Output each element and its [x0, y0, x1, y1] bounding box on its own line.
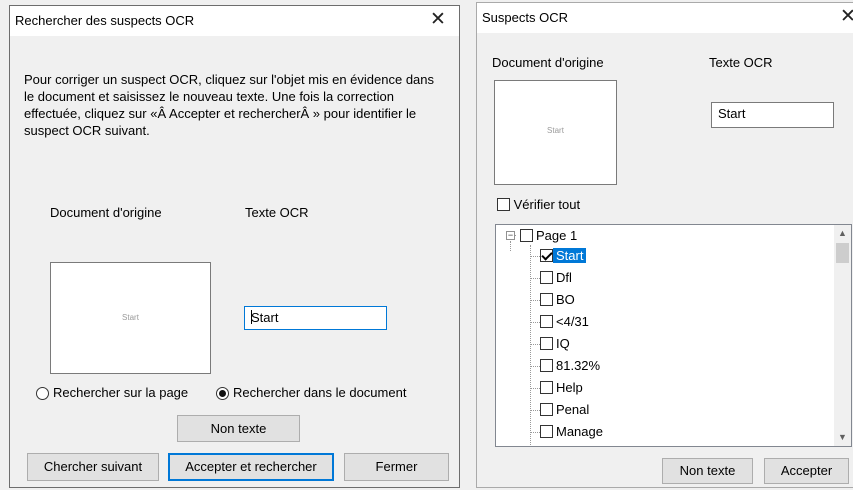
scrollbar-thumb[interactable]: [836, 243, 849, 263]
title-bar: Rechercher des suspects OCR ✕: [10, 6, 459, 36]
tree-scrollbar[interactable]: ▲ ▼: [834, 225, 851, 446]
non-text-button[interactable]: Non texte: [662, 458, 753, 484]
item-checkbox[interactable]: [540, 315, 553, 328]
original-document-label: Document d'origine: [492, 55, 604, 70]
original-document-preview: Start: [50, 262, 211, 374]
verify-all-checkbox[interactable]: [497, 198, 510, 211]
item-label: IQ: [556, 336, 570, 351]
preview-snippet: Start: [547, 126, 564, 135]
item-label: <4/31: [556, 314, 589, 329]
tree-item[interactable]: Penal: [540, 400, 592, 420]
ocr-text-value: Start: [718, 106, 746, 121]
item-checkbox[interactable]: [540, 381, 553, 394]
original-document-preview: Start: [494, 80, 617, 185]
ocr-text-input[interactable]: Start: [711, 102, 834, 128]
tree-item[interactable]: Start: [540, 246, 587, 266]
verify-all-checkbox-row[interactable]: Vérifier tout: [497, 197, 580, 212]
non-text-button[interactable]: Non texte: [177, 415, 300, 442]
accept-button[interactable]: Accepter: [764, 458, 849, 484]
ocr-text-label: Texte OCR: [709, 55, 773, 70]
tree-item[interactable]: 81.32%: [540, 356, 603, 376]
ocr-suspects-dialog: Suspects OCR ✕ Document d'origine Texte …: [476, 2, 853, 488]
item-checkbox[interactable]: [540, 403, 553, 416]
item-label: Penal: [556, 402, 590, 417]
item-checkbox[interactable]: [540, 337, 553, 350]
ocr-text-input[interactable]: Start: [244, 306, 387, 330]
title-bar: Suspects OCR ✕: [477, 3, 853, 33]
item-label: Start: [553, 248, 587, 263]
find-next-button[interactable]: Chercher suivant: [27, 453, 159, 481]
dialog-title: Suspects OCR: [482, 10, 568, 25]
item-label: Help: [556, 380, 583, 395]
preview-snippet: Start: [122, 313, 139, 322]
original-document-label: Document d'origine: [50, 205, 162, 220]
item-checkbox[interactable]: [540, 293, 553, 306]
verify-all-label: Vérifier tout: [513, 197, 581, 212]
close-icon[interactable]: ✕: [425, 8, 451, 32]
search-page-label[interactable]: Rechercher sur la page: [53, 385, 188, 400]
scroll-down-icon[interactable]: ▼: [834, 429, 851, 446]
page-label: Page 1: [536, 228, 578, 243]
ocr-text-value: Start: [251, 310, 279, 325]
item-checkbox[interactable]: [540, 249, 553, 262]
item-label: 81.32%: [556, 358, 601, 373]
item-label: BO: [556, 292, 575, 307]
instructions-text: Pour corriger un suspect OCR, cliquez su…: [24, 72, 435, 138]
item-label: Dfl: [556, 270, 572, 285]
item-checkbox[interactable]: [540, 271, 553, 284]
item-checkbox[interactable]: [540, 425, 553, 438]
accept-and-find-button[interactable]: Accepter et rechercher: [168, 453, 334, 481]
tree-page-node[interactable]: Page 1: [520, 226, 580, 246]
page-checkbox[interactable]: [520, 229, 533, 242]
tree-item[interactable]: IQ: [540, 334, 573, 354]
tree-item[interactable]: BO: [540, 290, 578, 310]
tree-item[interactable]: <4/31: [540, 312, 592, 332]
item-checkbox[interactable]: [540, 359, 553, 372]
suspects-tree[interactable]: − Page 1 Start Dfl BO <4/31 IQ 81.32% He…: [495, 224, 852, 447]
close-button[interactable]: Fermer: [344, 453, 449, 481]
search-document-label[interactable]: Rechercher dans le document: [233, 385, 406, 400]
collapse-icon[interactable]: −: [506, 231, 515, 240]
find-ocr-suspects-dialog: Rechercher des suspects OCR ✕ Pour corri…: [9, 5, 460, 488]
close-icon[interactable]: ✕: [835, 5, 853, 29]
tree-item[interactable]: Help: [540, 378, 586, 398]
item-label: Manage: [556, 424, 603, 439]
search-document-radio[interactable]: [216, 387, 229, 400]
search-page-radio[interactable]: [36, 387, 49, 400]
dialog-title: Rechercher des suspects OCR: [15, 13, 195, 28]
tree-item[interactable]: Dfl: [540, 268, 575, 288]
ocr-text-label: Texte OCR: [245, 205, 309, 220]
scroll-up-icon[interactable]: ▲: [834, 225, 851, 242]
tree-item[interactable]: Manage: [540, 422, 606, 442]
